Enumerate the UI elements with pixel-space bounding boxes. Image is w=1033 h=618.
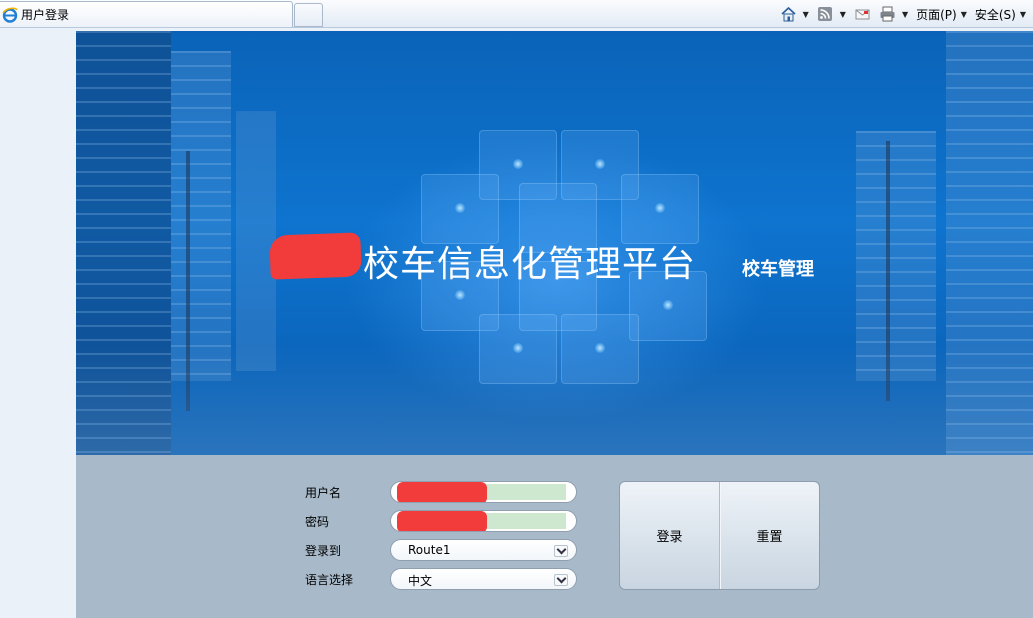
home-icon (780, 6, 797, 22)
reset-button[interactable]: 重置 (720, 482, 819, 589)
password-input[interactable] (390, 510, 577, 532)
page-title: 校车信息化管理平台 (363, 244, 697, 285)
chevron-down-icon[interactable]: ▼ (840, 10, 846, 19)
command-bar: ▼ ▼ ▼ 页面(P) ▼ 安全(S) ▼ (775, 0, 1029, 28)
safety-menu[interactable]: 安全(S) ▼ (972, 3, 1029, 25)
glow-tile (421, 174, 499, 244)
language-select[interactable]: 中文 (390, 568, 577, 590)
page-menu-label: 页面(P) (916, 7, 957, 22)
glow-tile (479, 314, 557, 384)
route-select-value: Route1 (408, 543, 451, 557)
redaction-mark (397, 482, 487, 502)
route-label: 登录到 (305, 544, 342, 558)
language-select-value: 中文 (408, 574, 433, 588)
mail-button[interactable] (851, 3, 874, 25)
page-subtitle: 校车管理 (742, 259, 814, 280)
glow-tile (561, 314, 639, 384)
username-label: 用户名 (305, 486, 342, 500)
username-input[interactable] (390, 481, 577, 503)
new-tab-button[interactable] (294, 3, 323, 27)
login-button[interactable]: 登录 (620, 482, 720, 589)
printer-icon (879, 6, 896, 22)
chevron-down-icon[interactable]: ▼ (902, 10, 908, 19)
safety-menu-label: 安全(S) (974, 7, 1016, 22)
page-menu[interactable]: 页面(P) ▼ (913, 3, 970, 25)
redacted-logo (269, 232, 362, 280)
glow-tile (621, 174, 699, 244)
feeds-button[interactable]: ▼ (814, 3, 849, 25)
ie-logo-icon (2, 7, 18, 23)
login-panel (76, 455, 1033, 618)
chevron-down-icon[interactable]: ▼ (803, 10, 809, 19)
action-buttons: 登录 重置 (619, 481, 820, 590)
building-shape (856, 131, 936, 381)
chevron-down-icon[interactable] (554, 574, 568, 586)
building-shape (236, 111, 276, 371)
chevron-down-icon[interactable] (554, 545, 568, 557)
rss-icon (817, 6, 834, 22)
redaction-mark (397, 511, 487, 531)
chevron-down-icon: ▼ (960, 9, 967, 19)
chevron-down-icon: ▼ (1019, 9, 1026, 19)
tab-title: 用户登录 (21, 8, 70, 22)
language-label: 语言选择 (305, 573, 354, 587)
browser-tab[interactable]: 用户登录 (0, 1, 293, 27)
print-button[interactable]: ▼ (876, 3, 911, 25)
page-left-margin (0, 29, 75, 618)
browser-toolbar: 用户登录 ▼ ▼ ▼ 页面(P) ▼ 安全(S) ▼ (0, 0, 1033, 28)
building-shape (171, 51, 231, 381)
password-label: 密码 (305, 515, 330, 529)
home-button[interactable]: ▼ (777, 3, 812, 25)
route-select[interactable]: Route1 (390, 539, 577, 561)
mail-icon (854, 6, 871, 22)
